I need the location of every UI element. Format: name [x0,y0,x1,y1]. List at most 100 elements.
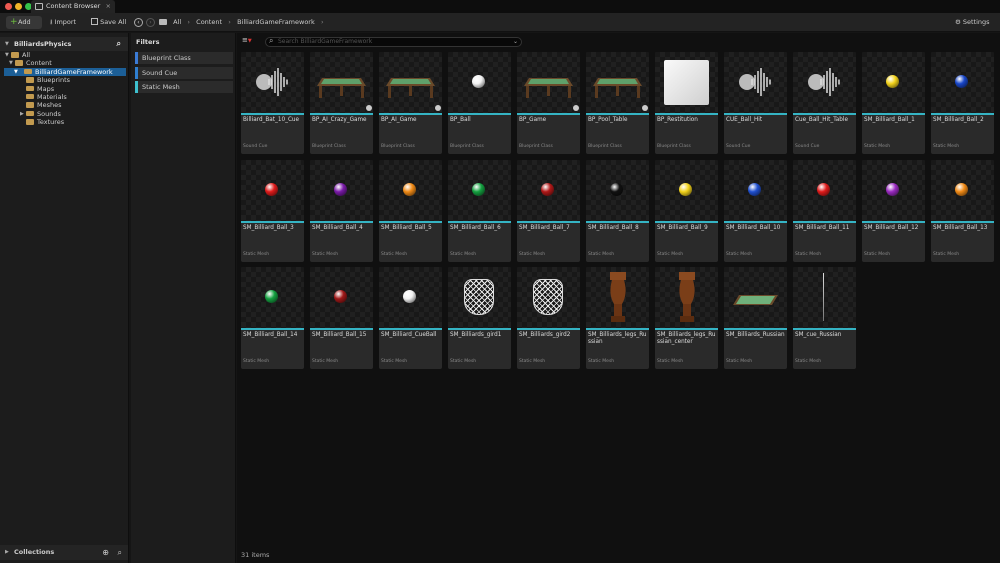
asset-thumbnail [586,159,649,221]
asset-tile[interactable]: SM_Billiard_Ball_13 Static Mesh [931,159,994,262]
asset-tile[interactable]: BP_Game Blueprint Class [517,52,580,154]
ball-thumbnail-icon [472,75,485,88]
chevron-right-icon[interactable]: ▶ [20,110,24,118]
search-icon[interactable]: ⌕ [117,37,121,51]
asset-type-color-bar [448,220,511,223]
settings-button[interactable]: ⚙ Settings [955,16,990,29]
asset-tile[interactable]: SM_Billiard_Ball_4 Static Mesh [310,159,373,262]
import-button[interactable]: ⭳ Import [50,16,76,29]
tree-item-maps[interactable]: Maps [0,85,128,93]
tree-item-blueprints[interactable]: Blueprints [0,76,128,84]
asset-type: Static Mesh [726,359,753,364]
asset-type: Static Mesh [312,251,339,257]
breadcrumb-content[interactable]: Content [196,18,222,26]
asset-tile[interactable]: SM_Billiard_Ball_3 Static Mesh [241,159,304,262]
search-collections-icon[interactable]: ⌕ [118,545,122,560]
asset-thumbnail [931,159,994,221]
chevron-down-icon[interactable]: ▼ [5,37,9,51]
tree-item-billiardgameframework[interactable]: ▼ BilliardGameFramework [4,67,126,77]
asset-tile[interactable]: SM_Billiard_Ball_11 Static Mesh [793,159,856,262]
asset-tile[interactable]: BP_AI_Crazy_Game Blueprint Class [310,52,373,154]
asset-tile[interactable]: SM_Billiard_CueBall Static Mesh [379,267,442,369]
tree-item-meshes[interactable]: Meshes [0,101,128,109]
item-count: 31 items [241,551,270,559]
asset-tile[interactable]: SM_Billiards_legs_Russian Static Mesh [586,267,649,369]
asset-thumbnail [310,159,373,221]
asset-tile[interactable]: SM_Billiards_legs_Russian_center Static M… [655,267,718,369]
asset-tile[interactable]: BP_AI_Game Blueprint Class [379,52,442,154]
tree-item-label: Sounds [37,109,61,118]
minimize-window-icon[interactable] [15,3,22,10]
filter-dropdown-icon[interactable]: ≡▼ [242,36,252,44]
sound-wave-icon [255,67,291,97]
asset-name: SM_Billiard_Ball_2 [933,117,984,123]
ball-thumbnail-icon [886,75,899,88]
chevron-right-icon[interactable]: › [317,18,324,26]
search-input[interactable]: ⌕ Search BilliardGameFramework ⌄ [265,37,522,47]
ball-thumbnail-icon [334,182,347,196]
breadcrumb-all[interactable]: All [173,18,181,26]
asset-tile[interactable]: SM_Billiard_Ball_15 Static Mesh [310,267,373,369]
asset-tile[interactable]: Billiard_Bat_10_Cue Sound Cue [241,52,304,154]
asset-tile[interactable]: BP_Restitution Blueprint Class [655,52,718,154]
asset-tile[interactable]: BP_Ball Blueprint Class [448,52,511,154]
asset-type-color-bar [931,113,994,115]
asset-tile[interactable]: SM_Billiard_Ball_6 Static Mesh [448,159,511,262]
chevron-down-icon[interactable]: ▼ [5,51,9,59]
asset-tile[interactable]: CUE_Ball_Hit Sound Cue [724,52,787,154]
add-collection-icon[interactable]: ⊕ [102,545,109,560]
chevron-right-icon: › [183,18,195,26]
filter-sound-cue[interactable]: Sound Cue [135,67,233,79]
cube-icon [664,60,709,105]
asset-tile[interactable]: SM_Billiards_Russian Static Mesh [724,267,787,369]
close-tab-icon[interactable]: × [106,0,111,13]
collections-header[interactable]: ▶ Collections ⊕ ⌕ [0,545,128,560]
tree-item-textures[interactable]: Textures [0,118,128,126]
project-title: BilliardsPhysics [14,40,72,48]
asset-name: SM_Billiard_Ball_7 [519,224,570,231]
asset-name: BP_Pool_Table [588,117,628,123]
history-forward-icon[interactable]: › [146,16,155,29]
chevron-down-icon[interactable]: ▼ [9,59,13,67]
ball-thumbnail-icon [955,75,968,88]
asset-tile[interactable]: SM_Billiard_Ball_5 Static Mesh [379,159,442,262]
chevron-right-icon[interactable]: ▶ [5,545,9,560]
asset-tile[interactable]: SM_Billiards_gird1 Static Mesh [448,267,511,369]
close-window-icon[interactable] [5,3,12,10]
filter-static-mesh[interactable]: Static Mesh [135,81,233,93]
asset-name: SM_cue_Russian [795,332,842,338]
asset-tile[interactable]: SM_cue_Russian Static Mesh [793,267,856,369]
tree-item-label: All [22,51,31,59]
history-back-icon[interactable]: ‹ [134,16,143,29]
asset-type: Blueprint Class [381,144,415,149]
asset-tile[interactable]: SM_Billiard_Ball_8 Static Mesh [586,159,649,262]
asset-tile[interactable]: SM_Billiard_Ball_12 Static Mesh [862,159,925,262]
asset-tile[interactable]: SM_Billiard_Ball_14 Static Mesh [241,267,304,369]
save-all-button[interactable]: Save All [91,16,126,29]
asset-tile[interactable]: SM_Billiard_Ball_2 Static Mesh [931,52,994,154]
asset-type: Static Mesh [726,251,753,257]
tab-content-browser[interactable]: Content Browser × [31,0,115,13]
chevron-down-icon[interactable]: ▼ [14,68,18,76]
tree-item-sounds[interactable]: ▶ Sounds [0,110,128,118]
asset-type: Static Mesh [243,251,270,257]
net-icon [464,279,494,315]
breadcrumb-billiardgameframework[interactable]: BilliardGameFramework [237,18,315,26]
asset-tile[interactable]: SM_Billiard_Ball_10 Static Mesh [724,159,787,262]
asset-tile[interactable]: SM_Billiard_Ball_1 Static Mesh [862,52,925,154]
asset-tile[interactable]: SM_Billiard_Ball_7 Static Mesh [517,159,580,262]
asset-tile[interactable]: BP_Pool_Table Blueprint Class [586,52,649,154]
chevron-right-icon: › [224,18,235,26]
asset-type-color-bar [655,220,718,223]
chevron-down-icon[interactable]: ⌄ [513,38,518,46]
tree-item-materials[interactable]: Materials [0,93,128,101]
asset-tile[interactable]: Cue_Ball_Hit_Table Sound Cue [793,52,856,154]
tree-item-all[interactable]: ▼ All [0,51,128,59]
sources-header[interactable]: ▼ BilliardsPhysics ⌕ [0,37,128,51]
asset-tile[interactable]: SM_Billiards_gird2 Static Mesh [517,267,580,369]
filter-blueprint-class[interactable]: Blueprint Class [135,52,233,64]
add-button[interactable]: + Add [6,16,42,29]
asset-type: Blueprint Class [519,144,553,149]
tree-item-content[interactable]: ▼ Content [0,59,128,67]
asset-tile[interactable]: SM_Billiard_Ball_9 Static Mesh [655,159,718,262]
